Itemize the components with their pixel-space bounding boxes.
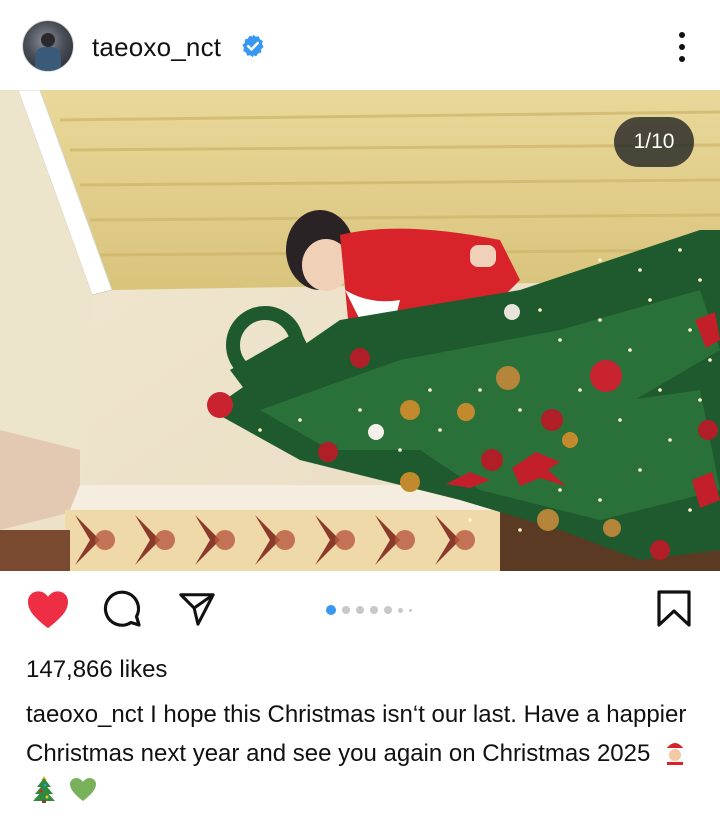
green-heart-emoji-icon xyxy=(69,778,96,801)
likes-count[interactable]: 147,866 likes xyxy=(26,656,167,684)
avatar[interactable] xyxy=(22,20,74,72)
image-counter: 1/10 xyxy=(614,117,694,167)
carousel-dot-active xyxy=(326,605,336,615)
carousel-dot xyxy=(409,608,412,612)
bookmark-icon[interactable] xyxy=(656,590,692,628)
carousel-dot xyxy=(356,606,364,614)
comment-icon[interactable] xyxy=(102,589,142,629)
post-username[interactable]: taeoxo_nct xyxy=(92,32,221,63)
verified-badge-icon xyxy=(242,34,264,58)
post-image[interactable] xyxy=(0,90,720,571)
carousel-indicator xyxy=(326,605,412,615)
paper-plane-icon[interactable] xyxy=(178,590,216,628)
more-options-icon[interactable] xyxy=(668,30,696,64)
carousel-dot xyxy=(398,607,403,613)
action-bar xyxy=(0,580,720,640)
santa-emoji-icon xyxy=(665,740,686,765)
heart-filled-icon[interactable] xyxy=(26,590,70,630)
carousel-dot xyxy=(342,606,350,614)
post-header: taeoxo_nct xyxy=(0,0,720,90)
caption-username[interactable]: taeoxo_nct xyxy=(26,701,143,728)
carousel-dot xyxy=(370,606,378,614)
carousel-dot xyxy=(384,606,392,614)
post-caption: taeoxo_nct I hope this Christmas isn‘t o… xyxy=(26,696,702,812)
christmas-photo xyxy=(0,90,720,571)
christmas-tree-emoji-icon xyxy=(33,776,55,803)
